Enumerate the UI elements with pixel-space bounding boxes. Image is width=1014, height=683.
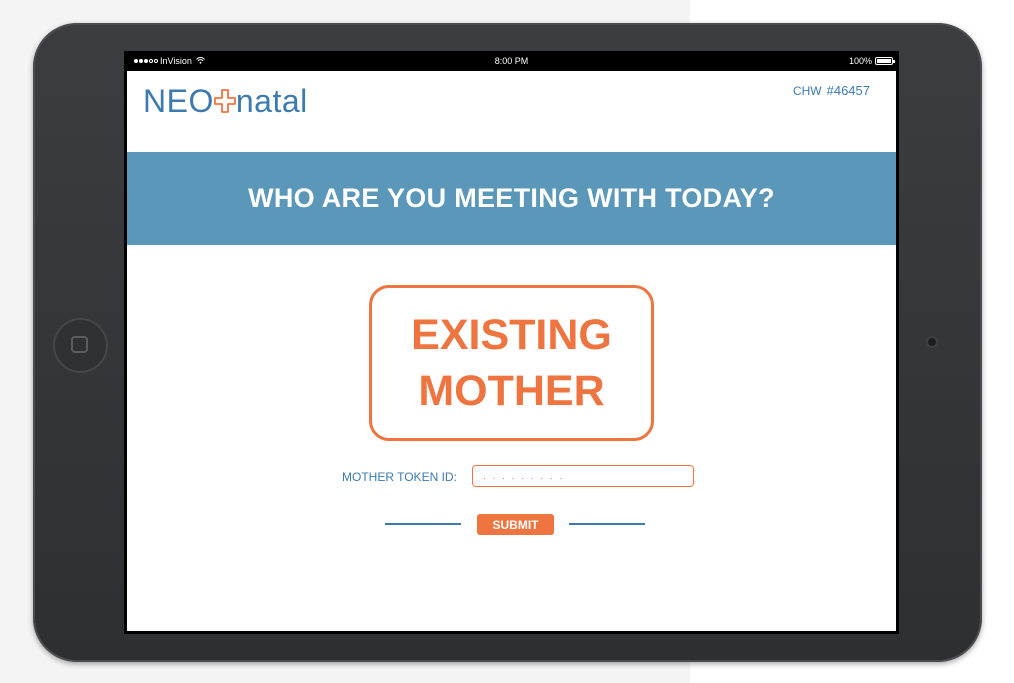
mother-token-input[interactable] — [472, 465, 694, 487]
app-screen: NEO natal CHW #46457 WHO ARE YOU MEETING… — [127, 71, 896, 631]
chw-label: CHW — [792, 84, 822, 98]
tablet-screen: InVision 8:00 PM 100% NEO natal CHW #464… — [124, 51, 899, 634]
banner-title: WHO ARE YOU MEETING WITH TODAY? — [248, 183, 775, 213]
camera-icon — [926, 336, 938, 348]
status-time: 8:00 PM — [494, 56, 529, 66]
divider-left — [385, 523, 461, 525]
question-banner: WHO ARE YOU MEETING WITH TODAY? — [127, 152, 896, 245]
app-logo: NEO natal — [143, 81, 308, 121]
choice-line-2: MOTHER — [418, 367, 605, 415]
chw-number: #46457 — [826, 83, 870, 98]
tablet-frame: InVision 8:00 PM 100% NEO natal CHW #464… — [33, 23, 982, 662]
battery-status: 100% — [848, 51, 895, 71]
battery-percent: 100% — [848, 56, 872, 66]
token-label: MOTHER TOKEN ID: — [342, 470, 457, 484]
logo-text-left: NEO — [143, 82, 214, 119]
status-bar: InVision 8:00 PM 100% — [124, 51, 899, 71]
home-square-icon — [71, 336, 88, 353]
submit-button[interactable]: SUBMIT — [477, 514, 554, 535]
chw-id: CHW #46457 — [793, 83, 870, 98]
choice-line-1: EXISTING — [411, 311, 612, 359]
battery-icon — [875, 57, 895, 65]
logo-text-right: natal — [235, 82, 308, 119]
divider-right — [569, 523, 645, 525]
plus-cross-icon — [213, 81, 236, 121]
home-button[interactable] — [53, 318, 108, 373]
existing-mother-button[interactable]: EXISTING MOTHER — [369, 285, 654, 441]
